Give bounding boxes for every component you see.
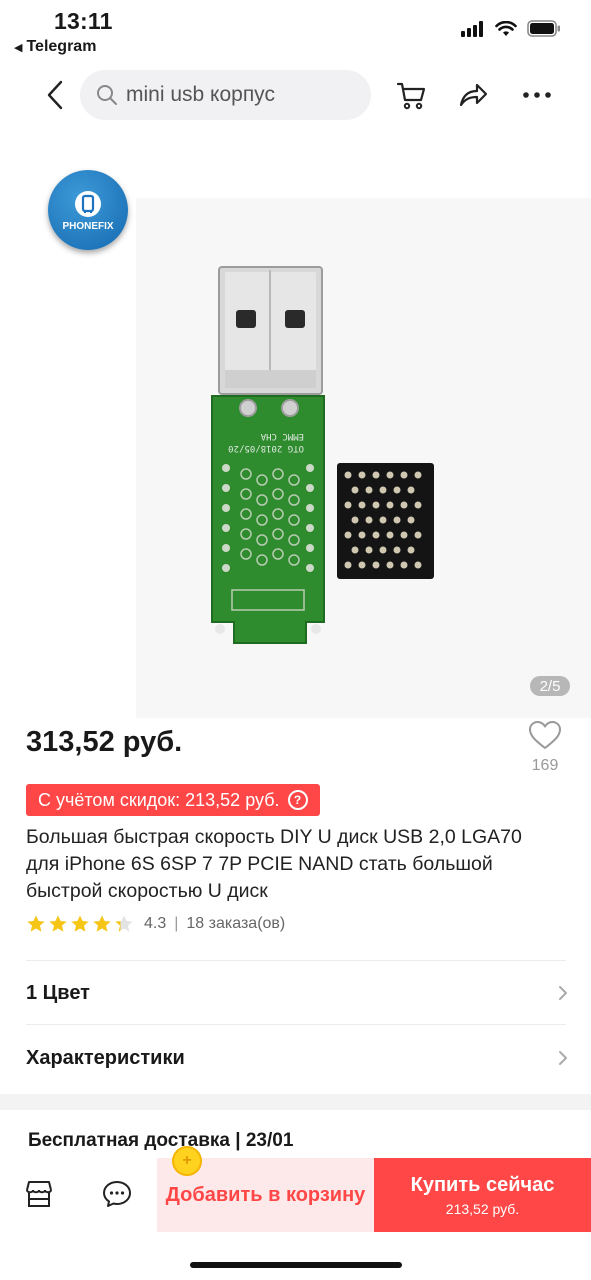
search-input[interactable]: mini usb корпус: [80, 70, 371, 120]
back-icon: [47, 80, 63, 110]
cart-icon: [396, 82, 426, 110]
cart-button[interactable]: [392, 76, 430, 114]
store-button[interactable]: [21, 1176, 57, 1212]
top-nav: mini usb корпус: [0, 64, 591, 126]
status-time: 13:11: [54, 8, 113, 34]
pcb-marking-1: OTG 2018/05/20: [228, 443, 304, 453]
status-bar: 13:11 ◀ Telegram: [0, 0, 591, 62]
buy-now-button[interactable]: Купить сейчас 213,52 руб.: [374, 1158, 591, 1232]
star-icon: [115, 915, 133, 932]
product-price: 313,52 руб.: [26, 726, 183, 758]
buy-now-price: 213,52 руб.: [445, 1200, 520, 1217]
product-title: Большая быстрая скорость DIY U диск USB …: [26, 826, 522, 902]
orders-count: 18 заказа(ов): [186, 915, 286, 932]
divider: [26, 1024, 566, 1025]
wifi-icon: [495, 20, 517, 36]
chevron-right-icon: [559, 1051, 567, 1065]
color-option-row[interactable]: 1 Цвет: [26, 962, 571, 1024]
buy-now-label: Купить сейчас: [410, 1173, 555, 1196]
share-button[interactable]: [454, 76, 492, 114]
back-app-label: Telegram: [26, 38, 97, 55]
specs-row[interactable]: Характеристики: [26, 1027, 571, 1089]
rating-separator: |: [174, 915, 179, 932]
pcb-marking-2: EMMC CHA: [260, 431, 304, 441]
back-triangle-icon: ◀: [14, 41, 23, 54]
divider: [26, 960, 566, 961]
specs-label: Характеристики: [26, 1046, 185, 1069]
discount-label: С учётом скидок: 213,52 руб.: [38, 789, 280, 810]
section-separator: [0, 1094, 591, 1110]
coin-icon[interactable]: +: [172, 1146, 202, 1176]
status-icons: [461, 20, 561, 37]
help-icon: ?: [287, 790, 308, 810]
share-icon: [459, 83, 488, 107]
rating-value: 4.3: [144, 915, 167, 932]
battery-icon: [527, 20, 560, 37]
star-icon: [93, 915, 111, 932]
wishlist-count: 169: [531, 757, 559, 774]
back-button[interactable]: [38, 78, 72, 112]
home-indicator: [190, 1262, 402, 1268]
discount-badge[interactable]: С учётом скидок: 213,52 руб. ?: [26, 784, 320, 816]
more-button[interactable]: [518, 76, 556, 114]
back-to-app-link[interactable]: ◀ Telegram: [14, 38, 96, 56]
bottom-action-bar: Добавить в корзину Купить сейчас 213,52 …: [0, 1158, 591, 1232]
chat-button[interactable]: [99, 1176, 135, 1212]
store-icon: [26, 1181, 52, 1207]
rating-row[interactable]: 4.3 | 18 заказа(ов): [26, 914, 285, 934]
shipping-info[interactable]: Бесплатная доставка | 23/01: [28, 1130, 293, 1152]
signal-icon: [461, 20, 483, 37]
rating-stars: [26, 914, 134, 934]
photo-counter: 2/5: [530, 676, 570, 696]
product-photo: OTG 2018/05/20 EMMC CHA: [211, 266, 434, 644]
star-icon: [27, 915, 45, 932]
chat-icon: [103, 1181, 131, 1207]
color-option-label: 1 Цвет: [26, 981, 90, 1004]
heart-icon: [529, 721, 561, 749]
star-icon: [49, 915, 67, 932]
product-gallery[interactable]: PHONEFIX OTG 2018/05/20 EMMC CHA 2/5: [0, 150, 591, 718]
star-icon: [71, 915, 89, 932]
search-query: mini usb корпус: [126, 83, 275, 106]
search-icon: [97, 85, 117, 105]
wishlist-button[interactable]: 169: [524, 720, 566, 775]
more-icon: [523, 92, 551, 98]
chevron-right-icon: [559, 986, 567, 1000]
